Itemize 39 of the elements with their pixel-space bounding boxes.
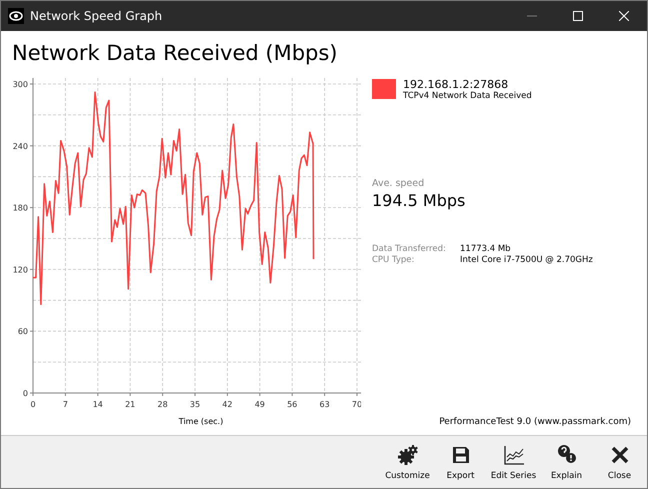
x-tick-label: 21 <box>125 400 136 409</box>
help-bubbles-icon <box>556 444 578 466</box>
average-value: 194.5 Mbps <box>372 191 466 210</box>
x-tick-label: 56 <box>287 400 298 409</box>
x-tick-label: 7 <box>62 400 68 409</box>
y-tick-label: 60 <box>18 327 28 336</box>
toolbar-button[interactable]: Explain <box>540 436 593 488</box>
y-tick-label: 120 <box>12 265 28 274</box>
legend-title: 192.168.1.2:27868 <box>403 78 510 91</box>
line-chart-icon <box>502 444 524 466</box>
toolbar-button[interactable]: Export <box>434 436 487 488</box>
credit-text: PerformanceTest 9.0 (www.passmark.com) <box>439 417 631 427</box>
y-tick-label: 300 <box>12 80 28 89</box>
window-title: Network Speed Graph <box>30 9 164 23</box>
x-tick-label: 63 <box>320 400 330 409</box>
x-tick-label: 35 <box>190 400 200 409</box>
x-axis-title: Time (sec.) <box>178 417 224 426</box>
toolbar-button[interactable]: Edit Series <box>487 436 540 488</box>
detail-value: Intel Core i7-7500U @ 2.70GHz <box>460 255 594 265</box>
x-tick-label: 0 <box>30 400 36 409</box>
maximize-icon <box>573 11 583 21</box>
y-tick-label: 180 <box>12 204 28 213</box>
legend-description: TCPv4 Network Data Received <box>403 91 532 101</box>
detail-value: 11773.4 Mb <box>460 244 512 254</box>
toolbar-button[interactable]: Customize <box>381 436 434 488</box>
detail-label: CPU Type: <box>372 255 416 265</box>
y-tick-label: 0 <box>22 389 28 398</box>
gears-icon <box>396 444 418 466</box>
x-tick-label: 42 <box>222 400 232 409</box>
toolbar-button[interactable]: Close <box>593 436 646 488</box>
x-tick-label: 14 <box>92 400 103 409</box>
x-tick-label: 49 <box>254 400 265 409</box>
y-tick-label: 240 <box>12 142 28 151</box>
detail-label: Data Transferred: <box>372 244 447 254</box>
average-label: Ave. speed <box>372 178 426 189</box>
x-tick-label: 28 <box>158 400 168 409</box>
close-icon <box>619 11 629 21</box>
chart-heading: Network Data Received (Mbps) <box>12 41 338 67</box>
app-icon <box>8 8 24 24</box>
